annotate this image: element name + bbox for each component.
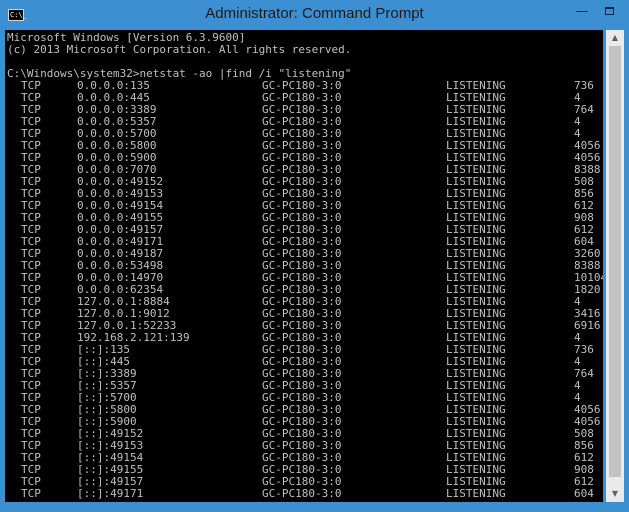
netstat-row: TCP [::]:49171 GC-PC180-3:0 LISTENING 604 — [7, 487, 594, 500]
vertical-scrollbar[interactable]: ▲ ▼ — [606, 30, 624, 502]
title-bar[interactable]: C:\_ Administrator: Command Prompt — — [0, 0, 629, 30]
scroll-down-arrow-icon[interactable]: ▼ — [606, 486, 624, 502]
window-bottom-border — [0, 502, 629, 512]
scroll-thumb[interactable] — [609, 46, 621, 477]
maximize-icon — [604, 7, 614, 15]
protocol-cell: TCP — [21, 487, 41, 500]
local-address-cell: [::]:49171 — [77, 487, 144, 500]
maximize-button[interactable] — [597, 2, 621, 22]
pid-cell: 604 — [574, 487, 594, 500]
state-cell: LISTENING — [446, 487, 506, 500]
scroll-track[interactable] — [606, 46, 624, 486]
scroll-up-arrow-icon[interactable]: ▲ — [606, 30, 624, 46]
console-text: Microsoft Windows [Version 6.3.9600] (c) … — [7, 32, 603, 500]
console-output[interactable]: Microsoft Windows [Version 6.3.9600] (c) … — [5, 30, 603, 502]
command-prompt-window: C:\_ Administrator: Command Prompt — Mic… — [0, 0, 629, 512]
minimize-button[interactable]: — — [570, 2, 594, 22]
window-title: Administrator: Command Prompt — [205, 5, 424, 22]
foreign-address-cell: GC-PC180-3:0 — [262, 487, 342, 500]
header-line: (c) 2013 Microsoft Corporation. All righ… — [7, 43, 352, 56]
